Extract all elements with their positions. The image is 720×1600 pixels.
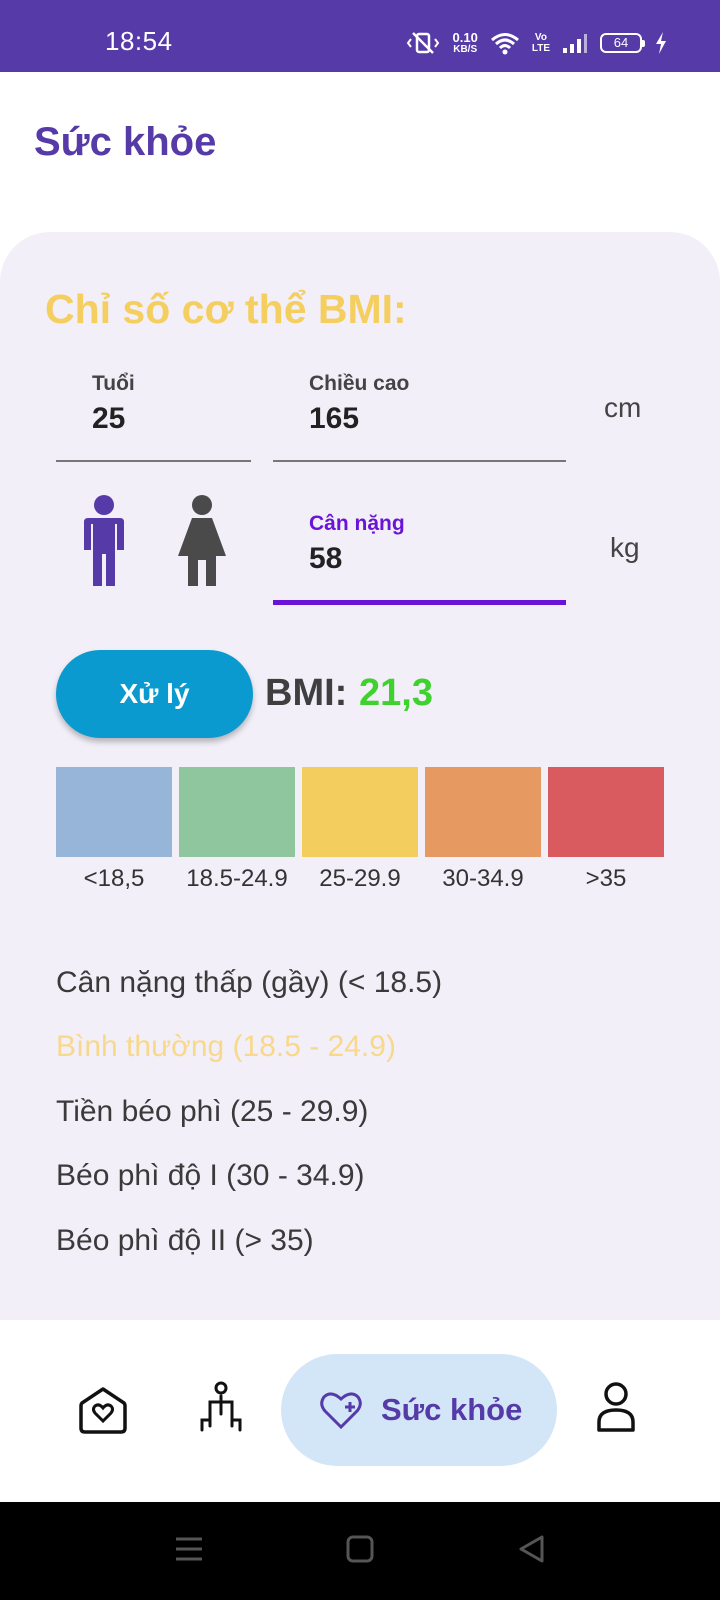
nav-exercise[interactable]	[198, 1380, 244, 1439]
scale-obese2-box	[548, 767, 664, 857]
net-speed-value: 0.10	[452, 30, 478, 45]
status-time: 18:54	[105, 26, 173, 56]
wifi-icon	[490, 31, 520, 55]
battery-indicator: 64	[600, 33, 645, 53]
home-heart-icon	[79, 1387, 127, 1434]
nav-health-label: Sức khỏe	[381, 1392, 523, 1427]
female-icon[interactable]	[176, 494, 228, 595]
nav-health[interactable]: Sức khỏe	[281, 1354, 557, 1466]
weight-unit: kg	[610, 532, 640, 563]
age-label: Tuổi	[92, 372, 135, 395]
weight-field[interactable]: Cân nặng 58	[273, 492, 566, 605]
age-value: 25	[92, 402, 126, 435]
back-icon[interactable]	[518, 1535, 546, 1568]
category-underweight: Cân nặng thấp (gầy) (< 18.5)	[56, 966, 443, 999]
page-title: Sức khỏe	[34, 120, 217, 164]
height-value: 165	[309, 402, 360, 435]
bmi-result-value: 21,3	[359, 672, 433, 714]
volte-indicator: Vo LTE	[532, 32, 550, 54]
scale-normal-box	[179, 767, 295, 857]
process-button[interactable]: Xử lý	[56, 650, 253, 738]
network-speed: 0.10 KB/S	[453, 31, 478, 55]
category-normal: Bình thường (18.5 - 24.9)	[56, 1030, 396, 1063]
profile-icon	[597, 1382, 635, 1432]
system-navigation-bar	[0, 1502, 720, 1600]
exercise-icon	[200, 1381, 242, 1432]
scale-underweight-box	[56, 767, 172, 857]
net-speed-unit: KB/S	[453, 44, 478, 55]
category-pre-obese: Tiền béo phì (25 - 29.9)	[56, 1095, 369, 1128]
height-label: Chiều cao	[309, 372, 410, 395]
category-obese-1: Béo phì độ I (30 - 34.9)	[56, 1159, 365, 1192]
charging-icon	[654, 31, 668, 55]
nav-profile[interactable]	[596, 1382, 636, 1439]
home-square-icon[interactable]	[346, 1535, 374, 1568]
bottom-navigation: Sức khỏe	[0, 1320, 720, 1502]
scale-normal-label: 18.5-24.9	[186, 865, 288, 892]
heart-plus-icon	[319, 1390, 363, 1430]
scale-obese1-label: 30-34.9	[442, 865, 524, 892]
age-field[interactable]: Tuổi 25	[56, 352, 251, 462]
scale-underweight-label: <18,5	[83, 865, 145, 892]
volte-top: Vo	[534, 32, 547, 43]
signal-icon	[562, 32, 588, 54]
male-icon[interactable]	[80, 494, 128, 595]
height-field[interactable]: Chiều cao 165	[273, 352, 566, 462]
scale-obese2-label: >35	[585, 865, 627, 892]
category-obese-2: Béo phì độ II (> 35)	[56, 1224, 314, 1257]
status-bar: 18:54 0.10 KB/S Vo LTE 64	[0, 0, 720, 72]
weight-value: 58	[309, 542, 343, 575]
scale-overweight-box	[302, 767, 418, 857]
bmi-result-label: BMI:	[265, 672, 348, 714]
height-unit: cm	[604, 392, 642, 423]
weight-label: Cân nặng	[309, 512, 405, 535]
volte-bottom: LTE	[531, 43, 550, 54]
bmi-card: Chỉ số cơ thể BMI: Tuổi 25 Chiều cao 165…	[0, 232, 720, 1342]
scale-obese1-box	[425, 767, 541, 857]
mute-vibrate-icon	[405, 31, 441, 55]
bmi-card-heading: Chỉ số cơ thể BMI:	[45, 286, 407, 332]
nav-home[interactable]	[78, 1386, 128, 1439]
status-icons: 0.10 KB/S Vo LTE 64	[405, 28, 668, 58]
scale-overweight-label: 25-29.9	[319, 865, 401, 892]
menu-icon[interactable]	[174, 1534, 204, 1569]
